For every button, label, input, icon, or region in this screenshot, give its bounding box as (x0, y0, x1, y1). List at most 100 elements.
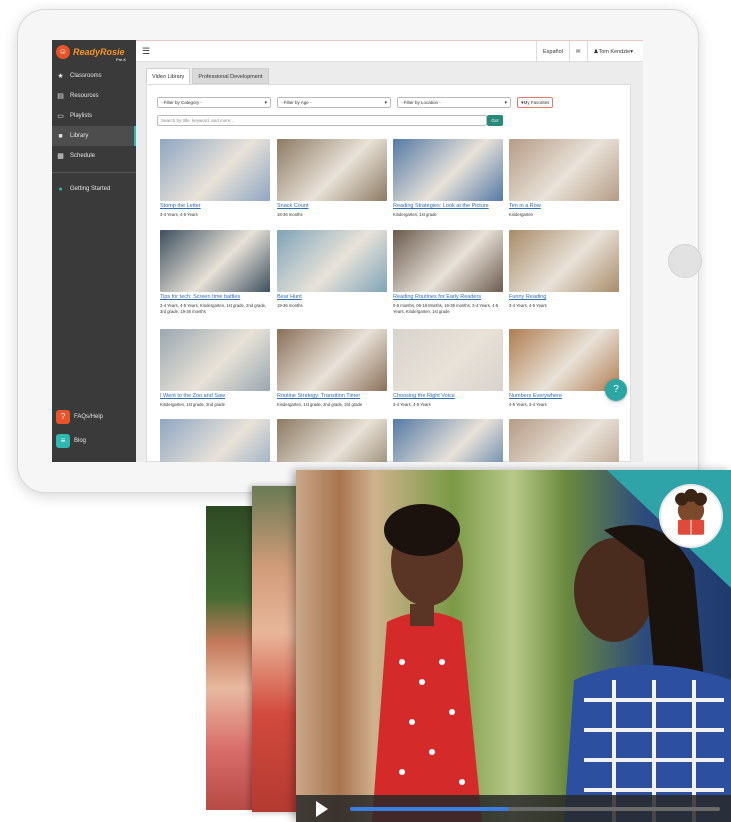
video-title-link[interactable]: Tips for tech: Screen time battles (160, 294, 270, 300)
blog-link[interactable]: ≡ Blog (56, 434, 86, 448)
category-filter-value: - Filter by Category - (161, 100, 203, 105)
video-thumbnail[interactable] (277, 230, 387, 292)
sidebar-item-getting-started[interactable]: ● Getting Started (52, 179, 136, 199)
category-filter[interactable]: - Filter by Category - ▾ (157, 97, 271, 108)
video-title-link[interactable]: Reading Strategies: Look at the Picture (393, 203, 503, 209)
sidebar-item-label: Resources (70, 93, 99, 99)
library-panel: - Filter by Category - ▾ - Filter by Age … (146, 84, 631, 462)
video-card[interactable]: I Went to the Zoo and Saw Kindergarten, 1… (160, 329, 270, 408)
sidebar-item-classrooms[interactable]: ★ Classrooms (52, 66, 136, 86)
question-icon: ? (56, 410, 70, 424)
sidebar-item-label: Getting Started (70, 186, 111, 192)
progress-track[interactable] (350, 807, 720, 811)
video-age-range: 18-36 months (277, 212, 303, 217)
sidebar-item-label: Library (70, 133, 89, 139)
video-thumbnail[interactable] (509, 329, 619, 391)
video-card[interactable]: Ten in a Row Kindergarten (509, 139, 619, 218)
video-thumbnail[interactable] (160, 139, 270, 201)
video-age-range: 3-4 Years, 4-5 Years (509, 303, 547, 308)
girl-figure (372, 504, 482, 822)
sidebar: ☺ ReadyRosie Pre-K ★ Classrooms ▤ Resources… (52, 40, 136, 462)
chevron-down-icon: ▾ (504, 100, 507, 106)
video-title-link[interactable]: Stomp the Letter (160, 203, 270, 209)
video-card[interactable]: Tips for tech: Screen time battles 3-4 Ye… (160, 230, 270, 315)
help-fab[interactable]: ? (605, 379, 627, 401)
video-title-link[interactable]: Reading Routines for Early Readers (393, 294, 503, 300)
video-thumbnail[interactable] (277, 419, 387, 462)
sidebar-item-library[interactable]: ■ Library (52, 126, 136, 146)
user-name: Tom Kendzie (598, 49, 631, 55)
sidebar-item-schedule[interactable]: ▦ Schedule (52, 146, 136, 166)
video-card[interactable]: Choosing the Right Voice 3-4 Years, 4-5 Y… (393, 329, 503, 408)
age-filter[interactable]: - Filter by Age - ▾ (277, 97, 391, 108)
user-menu[interactable]: ♟Tom Kendzie▾ (586, 41, 640, 63)
video-title-link[interactable]: Numbers Everywhere (509, 393, 619, 399)
tab-professional-development[interactable]: Professional Development (192, 68, 269, 84)
logo-text: ReadyRosie (73, 47, 125, 57)
photo-child-1 (206, 506, 258, 810)
tablet-home-button[interactable] (668, 244, 702, 278)
sidebar-item-resources[interactable]: ▤ Resources (52, 86, 136, 106)
logo-subtext: Pre-K (116, 57, 127, 62)
info-icon: ● (58, 185, 63, 193)
video-title-link[interactable]: I Went to the Zoo and Saw (160, 393, 270, 399)
video-thumbnail[interactable] (393, 329, 503, 391)
tab-video-library[interactable]: Video Library (146, 68, 191, 84)
sidebar-item-playlists[interactable]: ▭ Playlists (52, 106, 136, 126)
favorites-button[interactable]: ♥My Favorites (517, 97, 554, 108)
video-card[interactable] (509, 419, 619, 462)
play-icon[interactable] (316, 801, 328, 817)
video-card[interactable]: Bear Hunt 19-36 months (277, 230, 387, 309)
video-card[interactable] (393, 419, 503, 462)
video-thumbnail[interactable] (160, 419, 270, 462)
filter-bar: - Filter by Category - ▾ - Filter by Age … (157, 97, 554, 108)
video-card[interactable]: Reading Routines for Early Readers 0-6 mo… (393, 230, 503, 315)
video-thumbnail[interactable] (160, 329, 270, 391)
video-thumbnail[interactable] (393, 419, 503, 462)
video-age-range: 0-6 months, 06-18 Months, 19-36 months, … (393, 303, 499, 314)
video-thumbnail[interactable] (277, 139, 387, 201)
sidebar-item-label: Classrooms (70, 73, 102, 79)
video-card[interactable]: Stomp the Letter 3-4 Years, 4-5 Years (160, 139, 270, 218)
search-input[interactable]: Search by title, keyword, and more... (157, 115, 487, 126)
video-title-link[interactable]: Funny Reading (509, 294, 619, 300)
video-controls (296, 795, 731, 822)
faq-help-link[interactable]: ? FAQs/Help (56, 410, 103, 424)
video-title-link[interactable]: Ten in a Row (509, 203, 619, 209)
video-age-range: 3-4 Years, 4-5 Years (393, 402, 431, 407)
video-title-link[interactable]: Bear Hunt (277, 294, 387, 300)
favorites-label: My Favorites (523, 100, 550, 105)
video-thumbnail[interactable] (509, 139, 619, 201)
menu-icon[interactable]: ☰ (142, 46, 150, 57)
chevron-down-icon: ▾ (264, 100, 267, 106)
video-thumbnail[interactable] (509, 419, 619, 462)
video-card[interactable]: Snack Count 18-36 months (277, 139, 387, 218)
video-card[interactable] (160, 419, 270, 462)
video-age-range: Kindergarten, 1st grade, 2nd grade (160, 402, 225, 407)
video-thumbnail[interactable] (277, 329, 387, 391)
language-toggle[interactable]: Español (536, 41, 569, 63)
video-title-link[interactable]: Choosing the Right Voice (393, 393, 503, 399)
video-title-link[interactable]: Snack Count (277, 203, 387, 209)
search-go-button[interactable]: Go! (487, 115, 503, 126)
video-title-link[interactable]: Routine Strategy: Transition Timer (277, 393, 387, 399)
video-age-range: 19-36 months (277, 303, 303, 308)
mascot-logo (659, 484, 723, 548)
star-icon: ★ (57, 73, 64, 80)
location-filter[interactable]: - Filter by Location - ▾ (397, 97, 511, 108)
progress-fill (350, 807, 510, 811)
library-tabs: Video Library Professional Development (146, 68, 271, 84)
blog-label: Blog (74, 438, 87, 444)
video-card[interactable]: Routine Strategy: Transition Timer Kinder… (277, 329, 387, 408)
video-card[interactable]: Reading Strategies: Look at the Picture K… (393, 139, 503, 218)
video-card[interactable]: Funny Reading 3-4 Years, 4-5 Years (509, 230, 619, 309)
video-thumbnail[interactable] (160, 230, 270, 292)
video-thumbnail[interactable] (393, 230, 503, 292)
chevron-down-icon: ▾ (384, 100, 387, 106)
video-thumbnail[interactable] (393, 139, 503, 201)
video-thumbnail[interactable] (509, 230, 619, 292)
mail-icon[interactable]: ✉ (568, 41, 587, 63)
video-card[interactable] (277, 419, 387, 462)
sidebar-divider (52, 172, 136, 173)
video-card[interactable]: Numbers Everywhere 4-5 Years, 3-4 Years (509, 329, 619, 408)
